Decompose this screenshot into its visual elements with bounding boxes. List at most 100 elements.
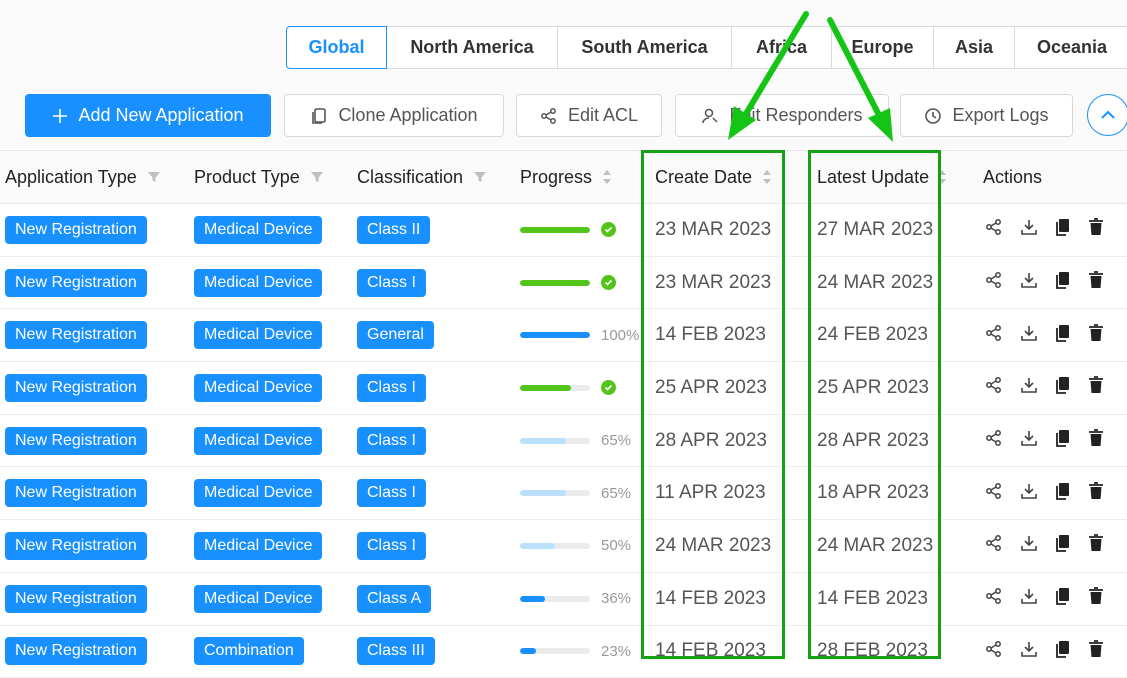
progress-percent: 50% <box>601 537 631 554</box>
product-type-tag: Medical Device <box>194 479 322 507</box>
share-icon[interactable] <box>985 640 1003 663</box>
delete-icon[interactable] <box>1088 376 1104 399</box>
user-icon <box>701 107 719 125</box>
tab-africa[interactable]: Africa <box>732 26 832 69</box>
download-icon[interactable] <box>1020 640 1038 663</box>
check-circle-icon <box>601 275 616 290</box>
copy-icon[interactable] <box>1055 640 1071 663</box>
classification-tag: Class I <box>357 532 426 560</box>
progress-cell: 65% <box>520 415 631 467</box>
delete-icon[interactable] <box>1088 271 1104 294</box>
download-icon[interactable] <box>1020 534 1038 557</box>
share-icon[interactable] <box>985 429 1003 452</box>
share-icon[interactable] <box>985 587 1003 610</box>
tab-oceania[interactable]: Oceania <box>1015 26 1127 69</box>
copy-icon[interactable] <box>1055 429 1071 452</box>
export-logs-button[interactable]: Export Logs <box>900 94 1073 137</box>
download-icon[interactable] <box>1020 587 1038 610</box>
progress-cell: 100% <box>520 309 639 361</box>
share-icon[interactable] <box>985 534 1003 557</box>
copy-icon[interactable] <box>1055 534 1071 557</box>
progress-bar <box>520 543 590 549</box>
progress-bar <box>520 438 590 444</box>
delete-icon[interactable] <box>1088 640 1104 663</box>
progress-percent: 23% <box>601 643 631 660</box>
progress-cell: 23% <box>520 626 631 678</box>
filter-icon[interactable] <box>473 170 487 184</box>
copy-icon[interactable] <box>1055 587 1071 610</box>
table-row[interactable]: New Registration Medical Device Class I … <box>0 362 1127 415</box>
download-icon[interactable] <box>1020 271 1038 294</box>
classification-tag: Class II <box>357 216 430 244</box>
progress-fill <box>520 332 590 338</box>
tab-north-america[interactable]: North America <box>387 26 558 69</box>
delete-icon[interactable] <box>1088 429 1104 452</box>
collapse-button[interactable] <box>1087 94 1127 136</box>
share-icon <box>540 107 558 125</box>
download-icon[interactable] <box>1020 218 1038 241</box>
table-row[interactable]: New Registration Medical Device Class I … <box>0 415 1127 468</box>
tab-asia[interactable]: Asia <box>934 26 1015 69</box>
progress-bar <box>520 596 590 602</box>
latest-update-highlight <box>808 150 941 659</box>
sort-icon[interactable] <box>602 168 612 186</box>
table-row[interactable]: New Registration Combination Class III 2… <box>0 626 1127 678</box>
table-row[interactable]: New Registration Medical Device Class I … <box>0 520 1127 573</box>
table-row[interactable]: New Registration Medical Device Class I … <box>0 467 1127 520</box>
tab-global[interactable]: Global <box>286 26 387 69</box>
column-classification: Classification <box>357 151 487 203</box>
filter-icon[interactable] <box>147 170 161 184</box>
table-row[interactable]: New Registration Medical Device Class A … <box>0 573 1127 626</box>
tab-south-america[interactable]: South America <box>558 26 732 69</box>
tab-europe[interactable]: Europe <box>832 26 934 69</box>
product-type-tag: Medical Device <box>194 216 322 244</box>
copy-icon[interactable] <box>1055 482 1071 505</box>
progress-cell <box>520 362 616 414</box>
delete-icon[interactable] <box>1088 324 1104 347</box>
progress-bar <box>520 648 590 654</box>
clone-application-button[interactable]: Clone Application <box>284 94 504 137</box>
delete-icon[interactable] <box>1088 482 1104 505</box>
check-circle-icon <box>601 222 616 237</box>
download-icon[interactable] <box>1020 482 1038 505</box>
create-date-highlight <box>641 150 785 659</box>
edit-responders-button[interactable]: Edit Responders <box>675 94 889 137</box>
progress-percent: 65% <box>601 485 631 502</box>
progress-fill <box>520 227 590 233</box>
history-icon <box>924 107 942 125</box>
share-icon[interactable] <box>985 482 1003 505</box>
classification-tag: Class I <box>357 427 426 455</box>
download-icon[interactable] <box>1020 324 1038 347</box>
share-icon[interactable] <box>985 324 1003 347</box>
share-icon[interactable] <box>985 271 1003 294</box>
classification-tag: Class I <box>357 479 426 507</box>
column-application-type: Application Type <box>5 151 161 203</box>
delete-icon[interactable] <box>1088 218 1104 241</box>
product-type-tag: Medical Device <box>194 321 322 349</box>
progress-bar <box>520 280 590 286</box>
delete-icon[interactable] <box>1088 534 1104 557</box>
classification-tag: Class A <box>357 585 431 613</box>
table-row[interactable]: New Registration Medical Device General … <box>0 309 1127 362</box>
delete-icon[interactable] <box>1088 587 1104 610</box>
download-icon[interactable] <box>1020 376 1038 399</box>
edit-acl-button[interactable]: Edit ACL <box>516 94 662 137</box>
add-new-application-button[interactable]: Add New Application <box>25 94 271 137</box>
table-row[interactable]: New Registration Medical Device Class II… <box>0 204 1127 257</box>
product-type-tag: Medical Device <box>194 269 322 297</box>
region-tabs: Global North America South America Afric… <box>286 26 1127 69</box>
progress-percent: 36% <box>601 590 631 607</box>
progress-fill <box>520 543 555 549</box>
application-type-tag: New Registration <box>5 585 147 613</box>
download-icon[interactable] <box>1020 429 1038 452</box>
copy-icon[interactable] <box>1055 324 1071 347</box>
share-icon[interactable] <box>985 376 1003 399</box>
table-row[interactable]: New Registration Medical Device Class I … <box>0 257 1127 310</box>
copy-icon[interactable] <box>1055 376 1071 399</box>
share-icon[interactable] <box>985 218 1003 241</box>
filter-icon[interactable] <box>310 170 324 184</box>
copy-icon[interactable] <box>1055 218 1071 241</box>
classification-tag: Class I <box>357 269 426 297</box>
column-progress: Progress <box>520 151 612 203</box>
copy-icon[interactable] <box>1055 271 1071 294</box>
